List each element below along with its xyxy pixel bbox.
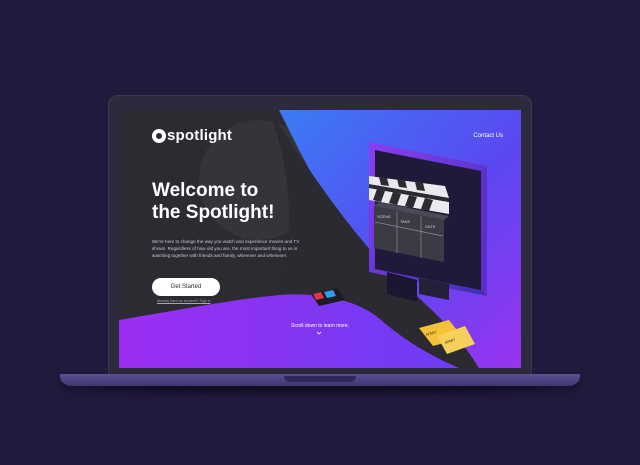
- get-started-button[interactable]: Get Started: [152, 278, 220, 296]
- chevron-down-icon[interactable]: [316, 330, 322, 336]
- logo-text: spotlight: [167, 127, 233, 144]
- site-logo[interactable]: spotlight: [152, 127, 232, 144]
- hero-title: Welcome to the Spotlight!: [152, 180, 332, 224]
- sign-in-link[interactable]: Already have an account? Sign in: [157, 299, 211, 303]
- scroll-hint: Scroll down to learn more.: [291, 323, 350, 329]
- clapper-label: TAKE: [400, 219, 410, 224]
- laptop-notch: [284, 376, 356, 382]
- hero-title-line: the Spotlight!: [152, 202, 275, 223]
- contact-us-link[interactable]: Contact Us: [473, 133, 503, 139]
- clapper-label: DATE: [425, 224, 436, 229]
- laptop-screen: SCENE TAKE DATE ADMIT ADMIT spotlight Co…: [119, 110, 521, 368]
- page-background: SCENE TAKE DATE ADMIT ADMIT spotlight Co…: [0, 0, 640, 465]
- hero-title-line: Welcome to: [152, 180, 259, 201]
- spotlight-logo-icon: [152, 128, 166, 143]
- clapper-label: SCENE: [377, 214, 391, 219]
- hero-description: We're here to change the way you watch a…: [152, 239, 300, 258]
